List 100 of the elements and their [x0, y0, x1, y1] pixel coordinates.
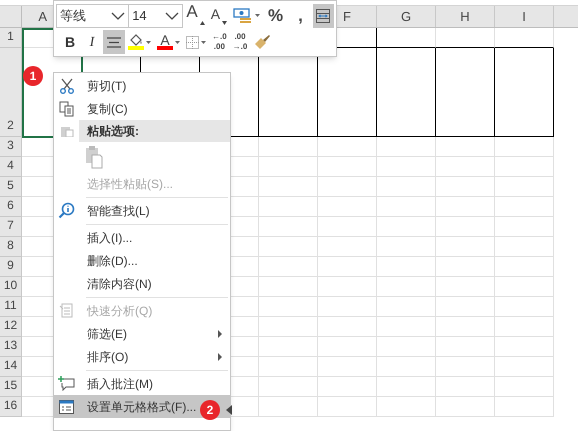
spreadsheet-cell: [377, 237, 436, 257]
spreadsheet-cell: [259, 157, 318, 177]
chevron-down-icon: [165, 12, 180, 20]
spreadsheet-cell: [318, 157, 377, 177]
caret-icon: [175, 40, 180, 44]
submenu-arrow-icon: [218, 352, 222, 360]
wrap-icon: [316, 8, 330, 22]
menu-item[interactable]: 清除内容(N): [54, 272, 230, 295]
spreadsheet-cell: [377, 177, 436, 197]
spreadsheet-cell: [318, 337, 377, 357]
font-size-dropdown[interactable]: 14: [129, 4, 184, 28]
spreadsheet-cell: [377, 337, 436, 357]
column-header[interactable]: G: [400, 6, 412, 26]
spreadsheet-cell: [318, 277, 377, 297]
spreadsheet-cell: [377, 157, 436, 177]
step-badge: 1: [23, 66, 43, 86]
font-name-dropdown[interactable]: 等线: [56, 4, 130, 28]
font-color-button[interactable]: A: [154, 30, 183, 54]
menu-item[interactable]: 插入批注(M): [54, 372, 230, 395]
italic-button[interactable]: I: [81, 30, 103, 54]
spreadsheet-cell: [259, 277, 318, 297]
triangle-down-icon: [222, 20, 228, 24]
row-header[interactable]: 2: [7, 116, 14, 134]
spreadsheet-cell: [259, 297, 318, 317]
menu-item[interactable]: 筛选(E): [54, 322, 230, 345]
info-search-icon: [58, 202, 75, 219]
spreadsheet-cell: [259, 237, 318, 257]
spreadsheet-cell: [495, 397, 554, 417]
column-header[interactable]: H: [460, 6, 470, 26]
menu-item[interactable]: 智能查找(L): [54, 199, 230, 222]
spreadsheet-cell: [377, 317, 436, 337]
quick-analysis-icon: [59, 303, 74, 318]
decrease-decimal-button[interactable]: .00 →.0: [230, 30, 250, 54]
center-align-button[interactable]: [103, 30, 125, 54]
comment-icon: [58, 376, 75, 391]
spreadsheet-cell: [318, 257, 377, 277]
spreadsheet-cell: [495, 197, 554, 217]
spreadsheet-cell: [436, 257, 495, 277]
spreadsheet-cell: [436, 237, 495, 257]
caret-icon: [146, 40, 151, 44]
spreadsheet-cell: [259, 317, 318, 337]
money-icon: [233, 8, 254, 24]
borders-icon: [186, 36, 199, 48]
wrap-text-button[interactable]: [312, 4, 334, 28]
comma-style-button[interactable]: ,: [288, 4, 313, 28]
spreadsheet-cell: [377, 357, 436, 377]
menu-item[interactable]: 删除(D)...: [54, 249, 230, 272]
menu-item[interactable]: 插入(I)...: [54, 226, 230, 249]
caret-icon: [201, 40, 206, 44]
spreadsheet-cell: [318, 317, 377, 337]
spreadsheet-cell: [377, 137, 436, 157]
align-center-icon: [107, 36, 121, 48]
bold-button[interactable]: B: [59, 30, 81, 54]
spreadsheet-cell: [436, 137, 495, 157]
spreadsheet-cell: [377, 257, 436, 277]
spreadsheet-cell: [259, 337, 318, 357]
menu-item[interactable]: 排序(O): [54, 345, 230, 368]
spreadsheet-cell: [495, 217, 554, 237]
spreadsheet-cell: [318, 177, 377, 197]
paint-bucket-icon: [129, 34, 143, 46]
spreadsheet-cell: [495, 137, 554, 157]
format-cells-icon: [59, 400, 74, 414]
spreadsheet-cell: [495, 297, 554, 317]
column-header[interactable]: F: [343, 6, 351, 26]
spreadsheet-cell: [377, 277, 436, 297]
spreadsheet-cell: [436, 317, 495, 337]
spreadsheet-cell: [318, 197, 377, 217]
spreadsheet-cell: [318, 397, 377, 417]
spreadsheet-cell: [318, 137, 377, 157]
spreadsheet-cell: [318, 217, 377, 237]
spreadsheet-cell: [436, 157, 495, 177]
spreadsheet-cell: [377, 377, 436, 397]
column-header[interactable]: A: [38, 6, 47, 26]
spreadsheet-cell: [259, 137, 318, 157]
menu-section-header: 粘贴选项:: [79, 120, 230, 142]
spreadsheet-cell: [436, 397, 495, 417]
spreadsheet-cell: [318, 357, 377, 377]
menu-item[interactable]: 复制(C): [54, 97, 230, 120]
spreadsheet-cell: [436, 177, 495, 197]
spreadsheet-cell: [259, 397, 318, 417]
increase-font-button[interactable]: A: [183, 4, 208, 28]
spreadsheet-cell: [495, 377, 554, 397]
spreadsheet-cell: [495, 357, 554, 377]
spreadsheet-cell: [259, 217, 318, 237]
percent-button[interactable]: %: [263, 4, 288, 28]
spreadsheet-cell: [259, 177, 318, 197]
spreadsheet-cell: [495, 237, 554, 257]
spreadsheet-cell: [259, 197, 318, 217]
clipboard-icon: [60, 125, 74, 137]
spreadsheet-cell: [318, 297, 377, 317]
spreadsheet-cell: [377, 197, 436, 217]
spreadsheet-cell: [495, 177, 554, 197]
caret-icon: [255, 14, 260, 17]
paste-icon: [84, 145, 104, 169]
decrease-font-button[interactable]: A: [208, 4, 230, 28]
menu-item[interactable]: 剪切(T): [54, 74, 230, 97]
increase-decimal-button[interactable]: ←.0 .00: [209, 30, 230, 54]
spreadsheet-cell: [436, 197, 495, 217]
spreadsheet-cell: [377, 297, 436, 317]
column-header[interactable]: I: [522, 6, 526, 26]
